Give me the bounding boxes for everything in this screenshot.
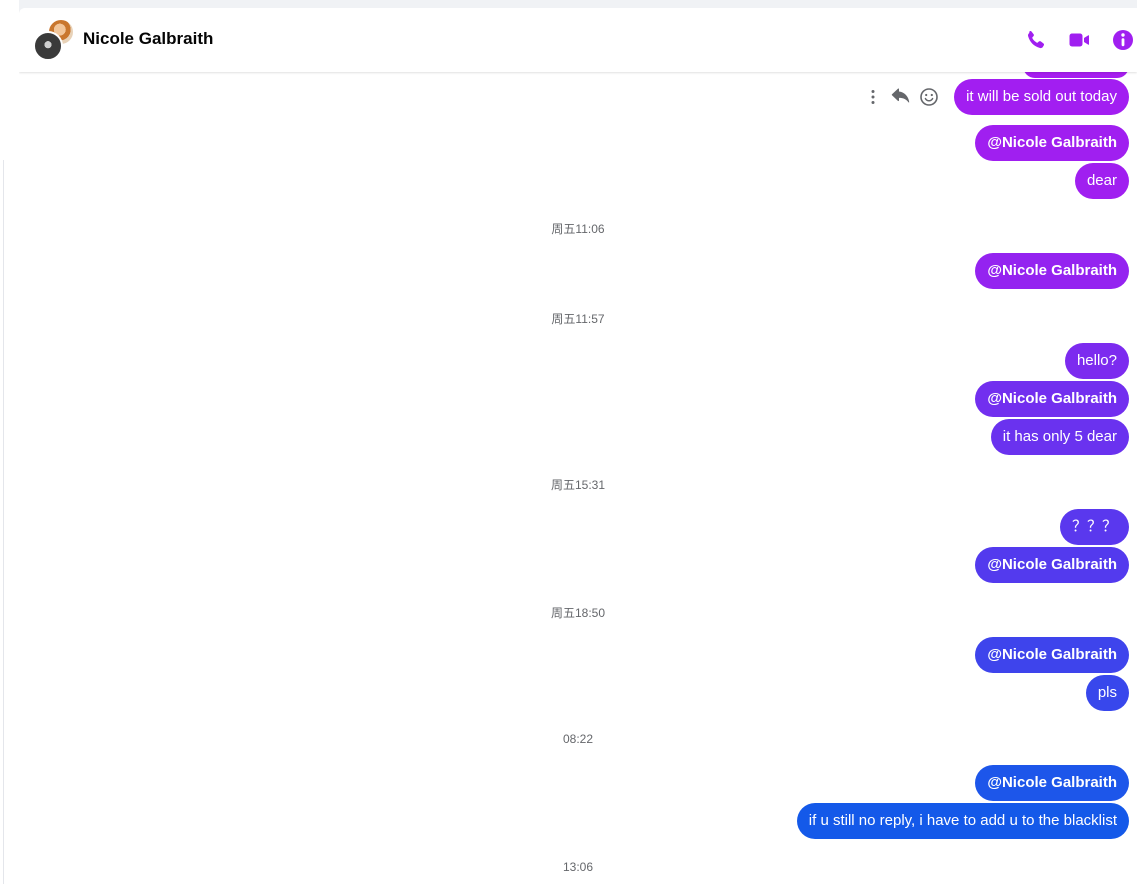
message-bubble[interactable]: ？？？: [1059, 509, 1129, 545]
info-icon[interactable]: [1111, 28, 1135, 52]
message-bubble[interactable]: if u still no reply, i have to add u to …: [796, 803, 1129, 839]
message-bubble-mention[interactable]: @Nicole Galbraith: [975, 765, 1129, 801]
message-bubble-mention[interactable]: @Nicole Galbraith: [975, 381, 1129, 417]
timestamp: 13:06: [562, 860, 594, 874]
message-bubble[interactable]: dear: [1074, 163, 1129, 199]
phone-icon[interactable]: [1023, 28, 1047, 52]
emoji-reaction-icon[interactable]: [917, 85, 941, 109]
video-camera-icon[interactable]: [1067, 28, 1091, 52]
contact-avatar-group[interactable]: [33, 18, 77, 62]
message-bubble-mention[interactable]: @Nicole Galbraith: [975, 125, 1129, 161]
message-bubble-mention[interactable]: @Nicole Galbraith: [975, 253, 1129, 289]
message-list[interactable]: it will be sold out today @Nicole Galbra…: [19, 66, 1137, 884]
avatar: [33, 31, 63, 61]
sidebar-edge: [0, 0, 19, 884]
more-options-icon[interactable]: [861, 85, 885, 109]
message-bubble[interactable]: pls: [1085, 675, 1129, 711]
chat-header: Nicole Galbraith: [19, 8, 1137, 72]
message-bubble-mention[interactable]: @Nicole Galbraith: [975, 637, 1129, 673]
message-bubble[interactable]: it has only 5 dear: [990, 419, 1129, 455]
timestamp: 周五18:50: [550, 606, 606, 620]
timestamp: 周五15:31: [550, 478, 606, 492]
timestamp: 周五11:06: [551, 222, 605, 236]
message-bubble-mention[interactable]: @Nicole Galbraith: [975, 547, 1129, 583]
message-bubble[interactable]: hello?: [1064, 343, 1129, 379]
message-bubble[interactable]: it will be sold out today: [954, 79, 1129, 115]
timestamp: 周五11:57: [551, 312, 605, 326]
chat-pane: Nicole Galbraith it will be sold out tod…: [19, 8, 1137, 884]
timestamp: 08:22: [562, 732, 594, 746]
contact-name[interactable]: Nicole Galbraith: [83, 29, 213, 49]
reply-icon[interactable]: [889, 85, 913, 109]
